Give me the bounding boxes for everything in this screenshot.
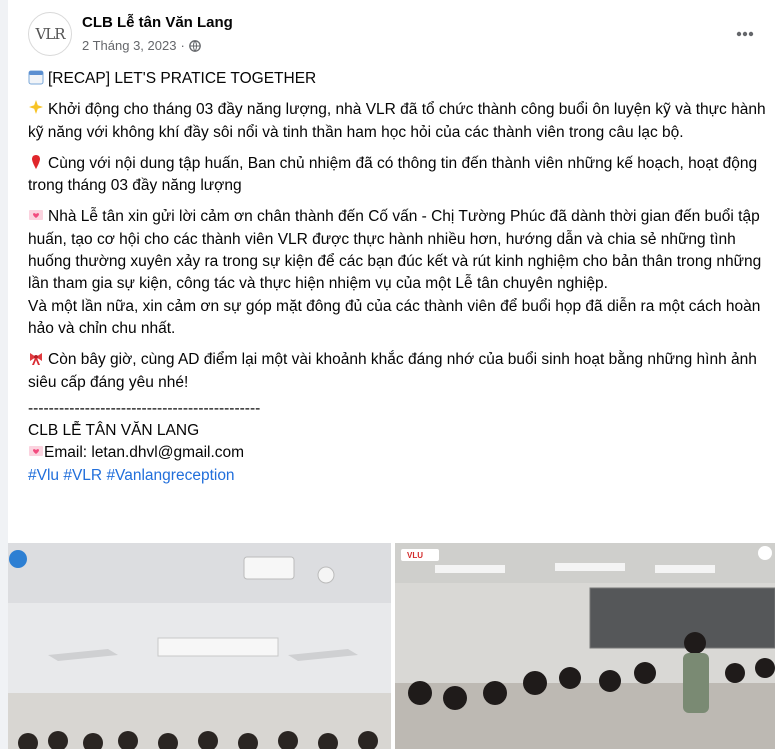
hashtag-vlr[interactable]: #VLR <box>63 467 102 484</box>
photo-1-image <box>8 543 391 749</box>
page-avatar[interactable]: VLR <box>28 12 72 56</box>
paragraph-4-text: Còn bây giờ, cùng AD điểm lại một vài kh… <box>28 351 757 391</box>
post-date[interactable]: 2 Tháng 3, 2023 <box>82 38 176 53</box>
paragraph-3: Nhà Lễ tân xin gửi lời cảm ơn chân thành… <box>28 206 768 340</box>
email-line: Email: letan.dhvl@gmail.com <box>28 442 768 464</box>
paragraph-1: Khởi động cho tháng 03 đầy năng lượng, n… <box>28 99 768 144</box>
calendar-icon <box>28 70 44 85</box>
divider-line: ----------------------------------------… <box>28 399 261 417</box>
heart-letter-icon <box>29 210 43 221</box>
more-options-icon[interactable] <box>733 22 757 46</box>
photo-1[interactable] <box>8 543 391 749</box>
email-text[interactable]: Email: letan.dhvl@gmail.com <box>44 444 244 461</box>
post-title: [RECAP] LET'S PRATICE TOGETHER <box>48 70 317 87</box>
hashtag-vlu[interactable]: #Vlu <box>28 467 59 484</box>
paragraph-4: Còn bây giờ, cùng AD điểm lại một vài kh… <box>28 349 768 394</box>
paragraph-2-text: Cùng với nội dung tập huấn, Ban chủ nhiệ… <box>28 154 758 195</box>
paragraph-1-text: Khởi động cho tháng 03 đầy năng lượng, n… <box>28 101 766 141</box>
pin-icon <box>32 154 40 169</box>
paragraph-2: Cùng với nội dung tập huấn, Ban chủ nhiệ… <box>28 153 768 198</box>
meta-separator: · <box>180 38 185 53</box>
sparkle-icon <box>29 100 43 115</box>
photo-2[interactable]: VLU <box>395 543 775 749</box>
ribbon-icon <box>30 353 42 366</box>
globe-icon <box>188 39 201 52</box>
photo-2-image: VLU <box>395 543 775 749</box>
signature: CLB LỄ TÂN VĂN LANG <box>28 422 200 440</box>
post-title-line: [RECAP] LET'S PRATICE TOGETHER <box>28 68 768 90</box>
photo-grid: VLU <box>8 543 775 749</box>
post-meta: 2 Tháng 3, 2023 · <box>82 38 201 53</box>
post-card: VLR CLB Lễ tân Văn Lang 2 Tháng 3, 2023 … <box>8 0 775 749</box>
hashtag-vanlangreception[interactable]: #Vanlangreception <box>106 467 234 484</box>
paragraph-3a-text: Nhà Lễ tân xin gửi lời cảm ơn chân thành… <box>28 208 762 293</box>
heart-letter-icon <box>29 446 43 457</box>
hashtags: #Vlu #VLR #Vanlangreception <box>28 465 768 487</box>
avatar-logo-text: VLR <box>35 25 65 43</box>
post-body: [RECAP] LET'S PRATICE TOGETHER Khởi động… <box>28 68 768 487</box>
paragraph-3b-text: Và một lần nữa, xin cảm ơn sự góp mặt đô… <box>28 297 761 337</box>
page-name[interactable]: CLB Lễ tân Văn Lang <box>82 14 233 31</box>
post-header: VLR CLB Lễ tân Văn Lang 2 Tháng 3, 2023 … <box>8 0 775 64</box>
photo-2-badge: VLU <box>407 551 423 560</box>
